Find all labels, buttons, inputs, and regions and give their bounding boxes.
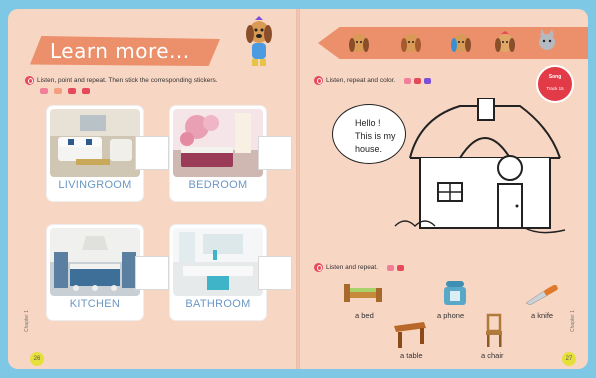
banner-title: Learn more...: [50, 39, 190, 63]
learn-more-banner: Learn more...: [30, 36, 220, 66]
word-table: a table: [400, 351, 423, 360]
chapter-label-right: Chapter 1: [569, 310, 576, 332]
dog-character-icon: [401, 34, 421, 52]
kitchen-card: KITCHEN: [47, 225, 143, 320]
repeat-icon: [68, 88, 76, 94]
phone-icon: [444, 281, 466, 305]
sticker-slot-livingroom[interactable]: [135, 136, 169, 170]
listen-icon: [387, 264, 395, 271]
speaker-icon: [25, 76, 34, 85]
point-icon: [54, 88, 62, 94]
dog-character-icon: [451, 34, 471, 52]
sticker-slot-bathroom[interactable]: [258, 256, 292, 290]
kitchen-photo: [50, 228, 140, 296]
word-chair: a chair: [481, 351, 504, 360]
bed-icon: [344, 284, 382, 302]
repeat-icon: [414, 77, 422, 84]
bathroom-photo: [173, 228, 263, 296]
bedroom-photo: [173, 109, 263, 177]
cat-character-icon: [539, 29, 555, 50]
sticker-icon: [82, 88, 90, 94]
room-label-livingroom: LIVINGROOM: [58, 179, 132, 191]
sticker-slot-bedroom[interactable]: [258, 136, 292, 170]
instruction-color: Listen, repeat and color.: [314, 76, 432, 85]
instruction-listen: Listen and repeat.: [314, 263, 405, 272]
house-drawing: [394, 98, 566, 234]
livingroom-photo: [50, 109, 140, 177]
livingroom-card: LIVINGROOM: [47, 106, 143, 201]
bathroom-card: BATHROOM: [170, 225, 266, 320]
dog-character-icon: [495, 31, 515, 52]
instruction-stickers: Listen, point and repeat. Then stick the…: [25, 76, 218, 85]
word-phone: a phone: [437, 311, 465, 320]
room-label-bathroom: BATHROOM: [185, 298, 251, 310]
room-label-bedroom: BEDROOM: [188, 179, 248, 191]
chair-icon: [486, 313, 502, 347]
word-bed: a bed: [355, 311, 374, 320]
activity-icons: [40, 88, 90, 94]
chapter-label-left: Chapter 1: [23, 310, 30, 332]
sticker-slot-kitchen[interactable]: [135, 256, 169, 290]
listen-icon: [404, 77, 412, 84]
listen-icon: [40, 88, 48, 94]
pencil-icon: [424, 77, 432, 84]
repeat-icon: [397, 264, 405, 271]
book-spine: [296, 9, 300, 369]
dog-character-icon: [349, 34, 369, 52]
page-number-right: 27: [562, 352, 576, 366]
knife-icon: [525, 285, 558, 305]
word-knife: a knife: [531, 311, 554, 320]
textbook-spread: Learn more... Listen, point and repeat. …: [0, 0, 596, 378]
speaker-icon: [314, 263, 323, 272]
speaker-icon: [314, 76, 323, 85]
dog-character-icon: [246, 16, 272, 66]
table-icon: [394, 322, 426, 348]
page-number-left: 26: [30, 352, 44, 366]
bedroom-card: BEDROOM: [170, 106, 266, 201]
room-label-kitchen: KITCHEN: [69, 298, 121, 310]
